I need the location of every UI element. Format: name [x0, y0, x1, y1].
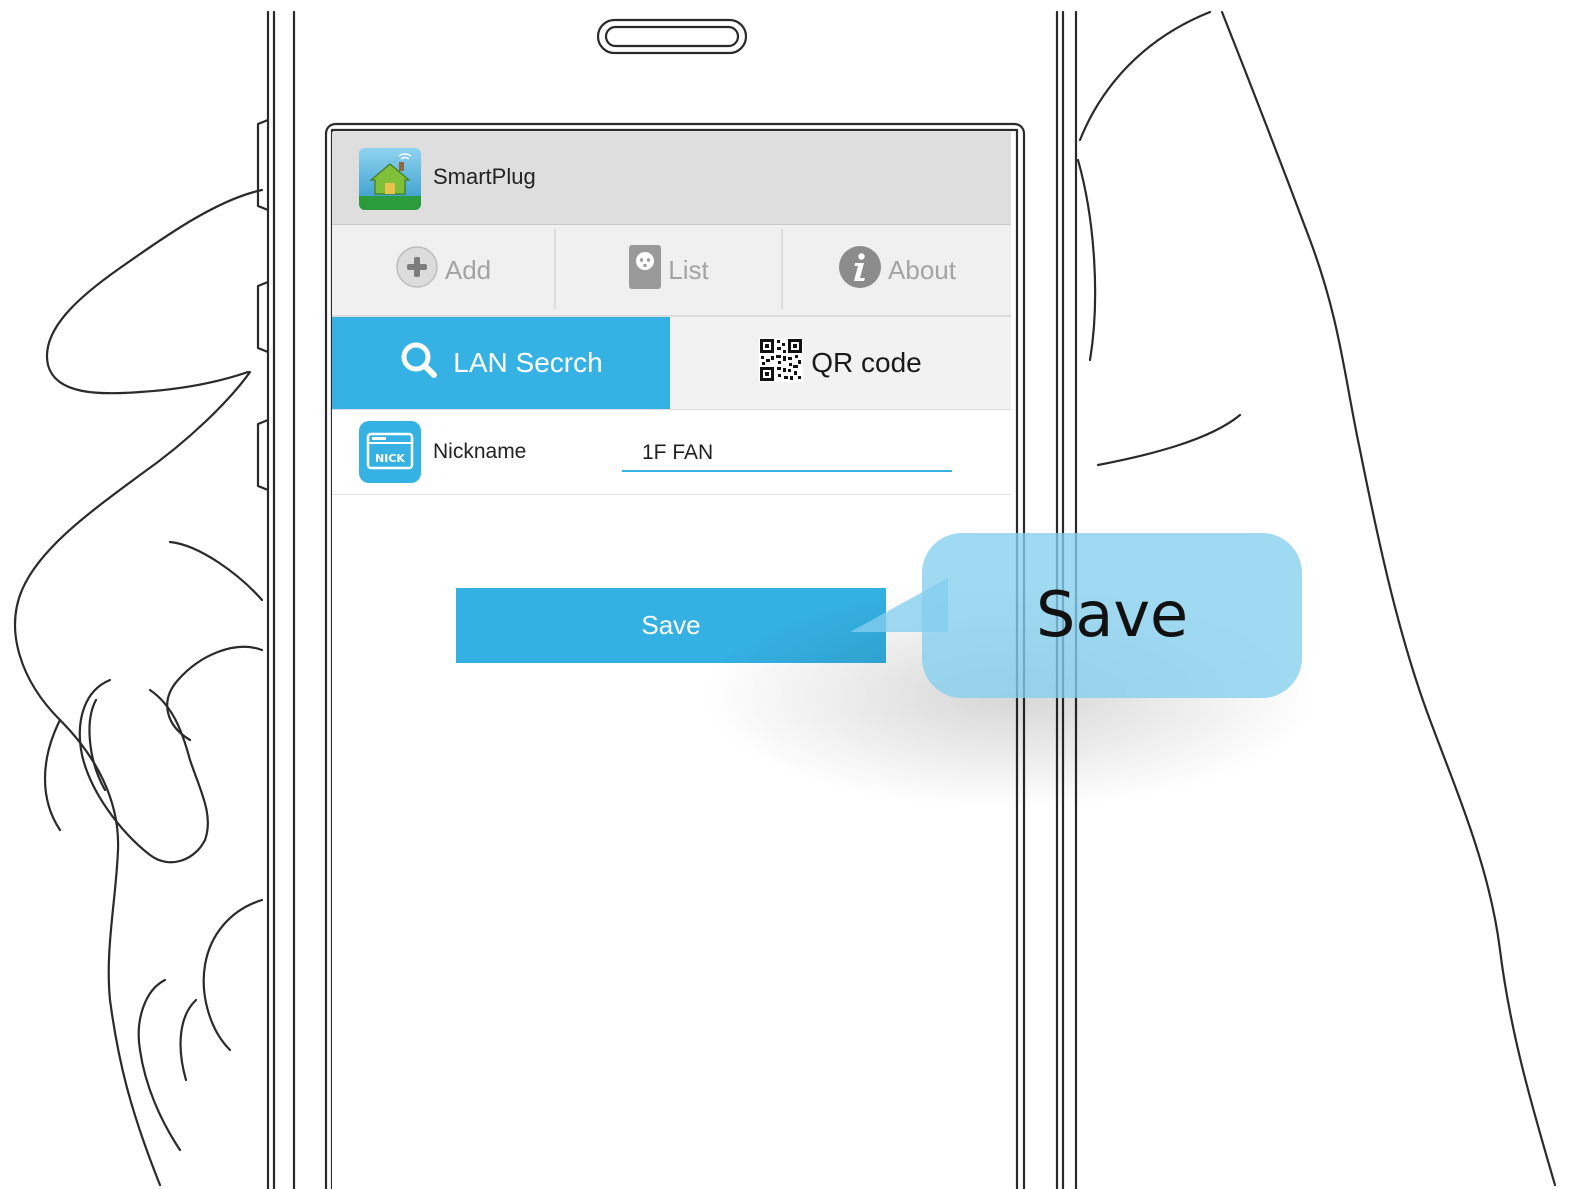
tab-qr-code-label: QR code: [811, 347, 922, 378]
qr-code-icon: [759, 337, 804, 389]
main-nav: Add List About: [332, 225, 1011, 317]
app-title: SmartPlug: [433, 164, 536, 189]
nick-icon: NICK: [359, 421, 421, 483]
plus-circle-icon: [395, 245, 439, 296]
nav-about-label: About: [888, 254, 956, 285]
nav-list[interactable]: List: [556, 225, 781, 315]
tab-lan-search-label: LAN Secrch: [453, 347, 603, 378]
svg-text:NICK: NICK: [375, 452, 405, 465]
nav-add[interactable]: Add: [332, 225, 554, 315]
info-icon: [838, 245, 882, 296]
save-button[interactable]: Save: [456, 588, 886, 663]
nickname-label: Nickname: [433, 440, 527, 463]
app-titlebar: SmartPlug: [332, 132, 1011, 225]
add-mode-tabs: LAN Secrch QR code: [332, 317, 1011, 410]
nav-add-label: Add: [444, 254, 492, 285]
socket-icon: [628, 244, 662, 297]
nav-about[interactable]: About: [783, 225, 1011, 315]
nickname-input[interactable]: [622, 436, 952, 472]
nickname-row: NICK Nickname: [332, 410, 1011, 495]
smart-home-app-icon: [359, 148, 421, 210]
search-icon: [399, 340, 439, 387]
tab-lan-search[interactable]: LAN Secrch: [332, 317, 670, 409]
phone-screen: SmartPlug Add List About LAN Secrch QR c…: [332, 132, 1011, 1189]
tab-qr-code[interactable]: QR code: [670, 317, 1011, 409]
nav-list-label: List: [668, 254, 709, 285]
